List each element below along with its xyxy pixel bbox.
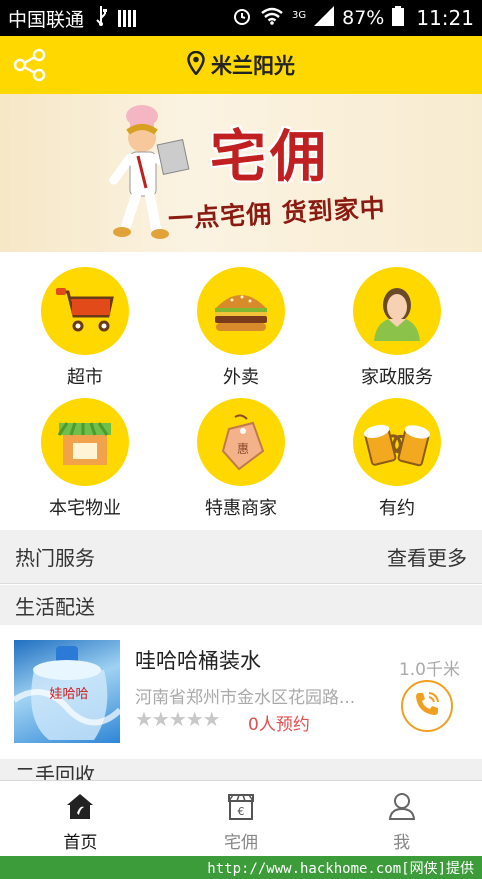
thumbnail-brand: 娃哈哈 [49,687,88,702]
call-button[interactable] [401,680,453,732]
tab-label: 宅佣 [224,833,258,853]
water-jug-thumbnail: 娃哈哈 [14,640,120,743]
banner-slogan: 一点宅佣 货到家中 [167,193,387,234]
battery-percent: 87% [342,7,385,29]
tab-zhaiyong[interactable]: € 宅佣 [161,781,322,856]
wifi-icon [260,7,284,30]
listing-address: 河南省郑州市金水区花园路... [135,688,356,708]
listing-distance: 1.0千米 [398,660,460,680]
status-bar: 中国联通 3G 87% 11:21 [0,0,482,36]
network-type: 3G [292,9,307,21]
list-item[interactable]: 娃哈哈 哇哈哈桶装水 河南省郑州市金水区花园路... ★★★★★ 0人预约 1.… [0,625,482,759]
category-supermarket[interactable]: 超市 [5,267,165,397]
store-euro-icon: € [226,791,256,825]
storefront-icon [41,398,129,486]
housekeeper-icon [353,267,441,355]
tab-label: 首页 [63,833,98,853]
discount-tag-icon: 惠 [197,398,285,486]
category-label: 有约 [379,498,415,519]
tab-me[interactable]: 我 [321,781,482,856]
listing-name: 哇哈哈桶装水 [135,649,261,673]
hot-services-title: 热门服务 [15,546,95,570]
sim-bars-icon [118,9,137,27]
category-label: 家政服务 [361,367,433,388]
rating-stars: ★★★★★ [135,707,221,731]
category-grid: 超市 外卖 家政服务 本宅物业 惠 特惠商家 有约 [0,252,482,528]
svg-text:惠: 惠 [237,442,249,456]
user-icon [387,791,417,825]
app-header: 米兰阳光 [0,36,482,94]
shopping-cart-icon [41,267,129,355]
category-label: 特惠商家 [205,498,277,519]
battery-icon [392,5,405,31]
home-icon [65,791,95,825]
clock: 11:21 [416,6,474,30]
category-discount[interactable]: 惠 特惠商家 [161,398,321,528]
phone-icon [412,689,442,723]
svg-text:€: € [238,805,245,818]
category-property[interactable]: 本宅物业 [5,398,165,528]
category-label: 外卖 [223,367,259,388]
carrier-name: 中国联通 [8,8,85,31]
usb-icon [94,5,108,31]
category-meetup[interactable]: 有约 [317,398,477,528]
category-label: 本宅物业 [49,498,121,519]
booking-count: 0人预约 [248,715,310,735]
signal-icon [314,5,335,31]
tab-home[interactable]: 首页 [0,781,161,856]
location-selector[interactable]: 米兰阳光 [187,50,295,80]
bottom-tab-bar: 首页 € 宅佣 我 [0,780,482,856]
burger-icon [197,267,285,355]
beer-mugs-icon [353,398,441,486]
alarm-icon [232,6,252,31]
map-pin-icon [187,50,205,80]
category-housekeeping[interactable]: 家政服务 [317,267,477,397]
banner-title: 宅佣 [210,124,330,190]
location-name: 米兰阳光 [211,54,295,78]
section-title-life: 生活配送 [0,585,482,625]
category-takeout[interactable]: 外卖 [161,267,321,397]
watermark-footer: http://www.hackhome.com[网侠]提供 [0,856,482,879]
hot-services-header: 热门服务 查看更多 [0,530,482,584]
view-more-link[interactable]: 查看更多 [387,542,467,571]
section-title-second-hand: 二手回收 [0,759,482,781]
category-label: 超市 [67,367,103,388]
promo-banner[interactable]: 宅佣 一点宅佣 货到家中 [0,94,482,252]
tab-label: 我 [393,833,411,853]
share-icon[interactable] [12,48,48,82]
